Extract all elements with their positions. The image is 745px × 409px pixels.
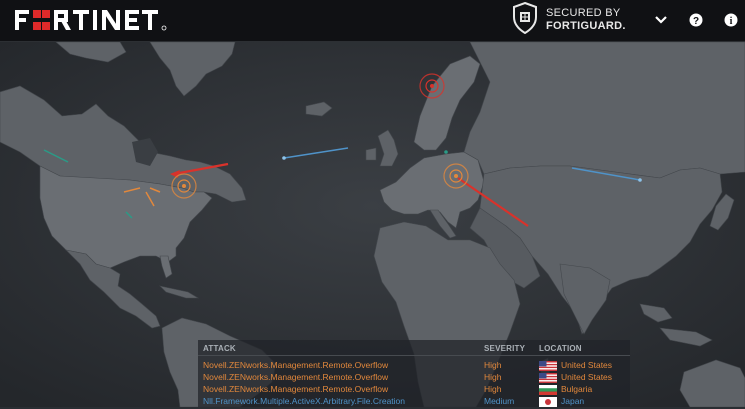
attack-name: Novell.ZENworks.Management.Remote.Overfl… bbox=[203, 372, 389, 382]
location-value: United States bbox=[561, 372, 613, 382]
flag-bg-icon bbox=[539, 385, 557, 395]
severity-value: High bbox=[484, 384, 502, 394]
attack-feed-panel[interactable]: ATTACK SEVERITY LOCATION Novell.ZENworks… bbox=[198, 340, 630, 407]
header-divider bbox=[198, 355, 630, 356]
secured-by-label: SECURED BY bbox=[546, 7, 621, 19]
info-icon: i bbox=[724, 13, 738, 27]
dropdown-button[interactable] bbox=[650, 9, 672, 31]
table-row[interactable]: Novell.ZENworks.Management.Remote.Overfl… bbox=[198, 384, 630, 396]
info-button[interactable]: i bbox=[720, 9, 742, 31]
column-header-attack: ATTACK bbox=[203, 344, 236, 353]
severity-value: High bbox=[484, 372, 502, 382]
attack-name: Nll.Framework.Multiple.ActiveX.Arbitrary… bbox=[203, 396, 406, 406]
fortiguard-label: FORTIGUARD. bbox=[546, 20, 626, 32]
fortinet-logo-letters bbox=[15, 10, 158, 30]
attack-name: Novell.ZENworks.Management.Remote.Overfl… bbox=[203, 384, 389, 394]
help-icon: ? bbox=[689, 13, 703, 27]
location-value: Japan bbox=[561, 396, 585, 406]
table-row[interactable]: Novell.ZENworks.Management.Remote.Overfl… bbox=[198, 360, 630, 372]
severity-value: High bbox=[484, 360, 502, 370]
help-button[interactable]: ? bbox=[685, 9, 707, 31]
column-header-location: LOCATION bbox=[539, 344, 582, 353]
flag-us-icon bbox=[539, 373, 557, 383]
location-value: United States bbox=[561, 360, 613, 370]
location-value: Bulgaria bbox=[561, 384, 593, 394]
table-row[interactable]: Nll.Framework.Multiple.ActiveX.Arbitrary… bbox=[198, 396, 630, 408]
flag-us-icon bbox=[539, 361, 557, 371]
svg-text:?: ? bbox=[693, 16, 699, 27]
land-russia bbox=[463, 42, 745, 179]
land-ireland bbox=[365, 147, 377, 161]
fortiguard-shield-icon bbox=[512, 1, 538, 39]
secured-by-fortiguard[interactable]: SECURED BY FORTIGUARD. bbox=[512, 1, 626, 39]
table-row[interactable]: Novell.ZENworks.Management.Remote.Overfl… bbox=[198, 372, 630, 384]
attack-name: Novell.ZENworks.Management.Remote.Overfl… bbox=[203, 360, 389, 370]
flag-jp-icon bbox=[539, 397, 557, 407]
fortinet-logo[interactable] bbox=[15, 7, 185, 33]
severity-value: Medium bbox=[484, 396, 515, 406]
top-bar: SECURED BY FORTIGUARD. ? i bbox=[0, 0, 745, 42]
chevron-down-icon bbox=[655, 16, 667, 24]
svg-text:i: i bbox=[730, 16, 733, 27]
column-header-severity: SEVERITY bbox=[484, 344, 526, 353]
